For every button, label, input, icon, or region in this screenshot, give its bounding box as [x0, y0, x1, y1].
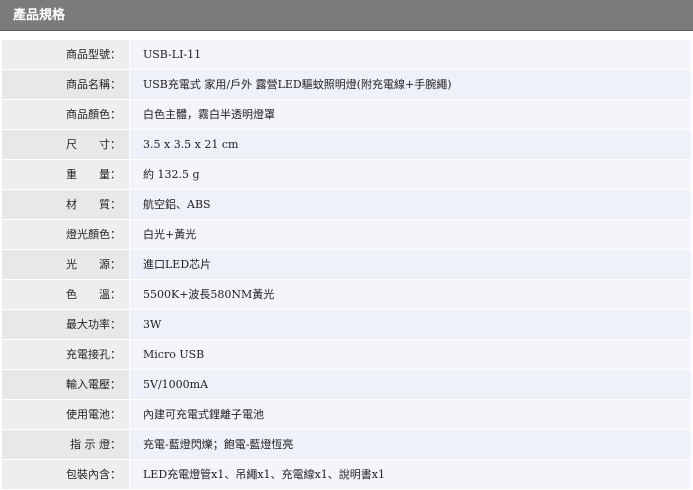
spec-label: 商品型號：: [2, 40, 130, 70]
spec-row-battery: 使用電池： 內建可充電式鋰離子電池: [2, 400, 691, 430]
spec-value: 白光+黃光: [130, 220, 691, 250]
section-header: 產品規格: [0, 0, 693, 31]
spec-value: 航空鋁、ABS: [130, 190, 691, 220]
spec-value: 3W: [130, 310, 691, 340]
spec-row-model: 商品型號： USB-LI-11: [2, 40, 691, 70]
spec-value: USB-LI-11: [130, 40, 691, 70]
spec-row-indicator: 指 示 燈： 充電-藍燈閃爍；飽電-藍燈恆亮: [2, 430, 691, 460]
spec-value: 內建可充電式鋰離子電池: [130, 400, 691, 430]
spec-row-color-temp: 色 溫： 5500K+波長580NM黃光: [2, 280, 691, 310]
spec-label: 商品顏色：: [2, 100, 130, 130]
spec-value: 3.5 x 3.5 x 21 cm: [130, 130, 691, 160]
spec-value: 白色主體，霧白半透明燈罩: [130, 100, 691, 130]
spec-row-name: 商品名稱： USB充電式 家用/戶外 露營LED驅蚊照明燈(附充電線+手腕繩): [2, 70, 691, 100]
spec-label: 商品名稱：: [2, 70, 130, 100]
spec-row-size: 尺 寸： 3.5 x 3.5 x 21 cm: [2, 130, 691, 160]
spec-row-input-voltage: 輸入電壓： 5V/1000mA: [2, 370, 691, 400]
spec-label: 色 溫：: [2, 280, 130, 310]
spec-row-charge-port: 充電接孔： Micro USB: [2, 340, 691, 370]
spec-value: 5500K+波長580NM黃光: [130, 280, 691, 310]
spec-row-light-color: 燈光顏色： 白光+黃光: [2, 220, 691, 250]
spec-label: 光 源：: [2, 250, 130, 280]
spec-value: 約 132.5 g: [130, 160, 691, 190]
spec-row-max-power: 最大功率： 3W: [2, 310, 691, 340]
spec-value: 充電-藍燈閃爍；飽電-藍燈恆亮: [130, 430, 691, 460]
spec-row-material: 材 質： 航空鋁、ABS: [2, 190, 691, 220]
spec-row-light-source: 光 源： 進口LED芯片: [2, 250, 691, 280]
spec-row-weight: 重 量： 約 132.5 g: [2, 160, 691, 190]
spec-label: 包裝內含：: [2, 460, 130, 490]
spec-value: 進口LED芯片: [130, 250, 691, 280]
spec-label: 重 量：: [2, 160, 130, 190]
spec-label: 最大功率：: [2, 310, 130, 340]
spec-value: LED充電燈管x1、吊繩x1、充電線x1、說明書x1: [130, 460, 691, 490]
spec-value: 5V/1000mA: [130, 370, 691, 400]
spec-label: 燈光顏色：: [2, 220, 130, 250]
spec-label: 指 示 燈：: [2, 430, 130, 460]
spec-row-package: 包裝內含： LED充電燈管x1、吊繩x1、充電線x1、說明書x1: [2, 460, 691, 490]
section-title: 產品規格: [13, 8, 66, 23]
spec-label: 材 質：: [2, 190, 130, 220]
spec-label: 使用電池：: [2, 400, 130, 430]
spec-value: USB充電式 家用/戶外 露營LED驅蚊照明燈(附充電線+手腕繩): [130, 70, 691, 100]
spec-label: 尺 寸：: [2, 130, 130, 160]
spec-value: Micro USB: [130, 340, 691, 370]
spec-label: 輸入電壓：: [2, 370, 130, 400]
spec-table: 商品型號： USB-LI-11 商品名稱： USB充電式 家用/戶外 露營LED…: [2, 40, 691, 490]
spec-row-color: 商品顏色： 白色主體，霧白半透明燈罩: [2, 100, 691, 130]
spec-label: 充電接孔：: [2, 340, 130, 370]
